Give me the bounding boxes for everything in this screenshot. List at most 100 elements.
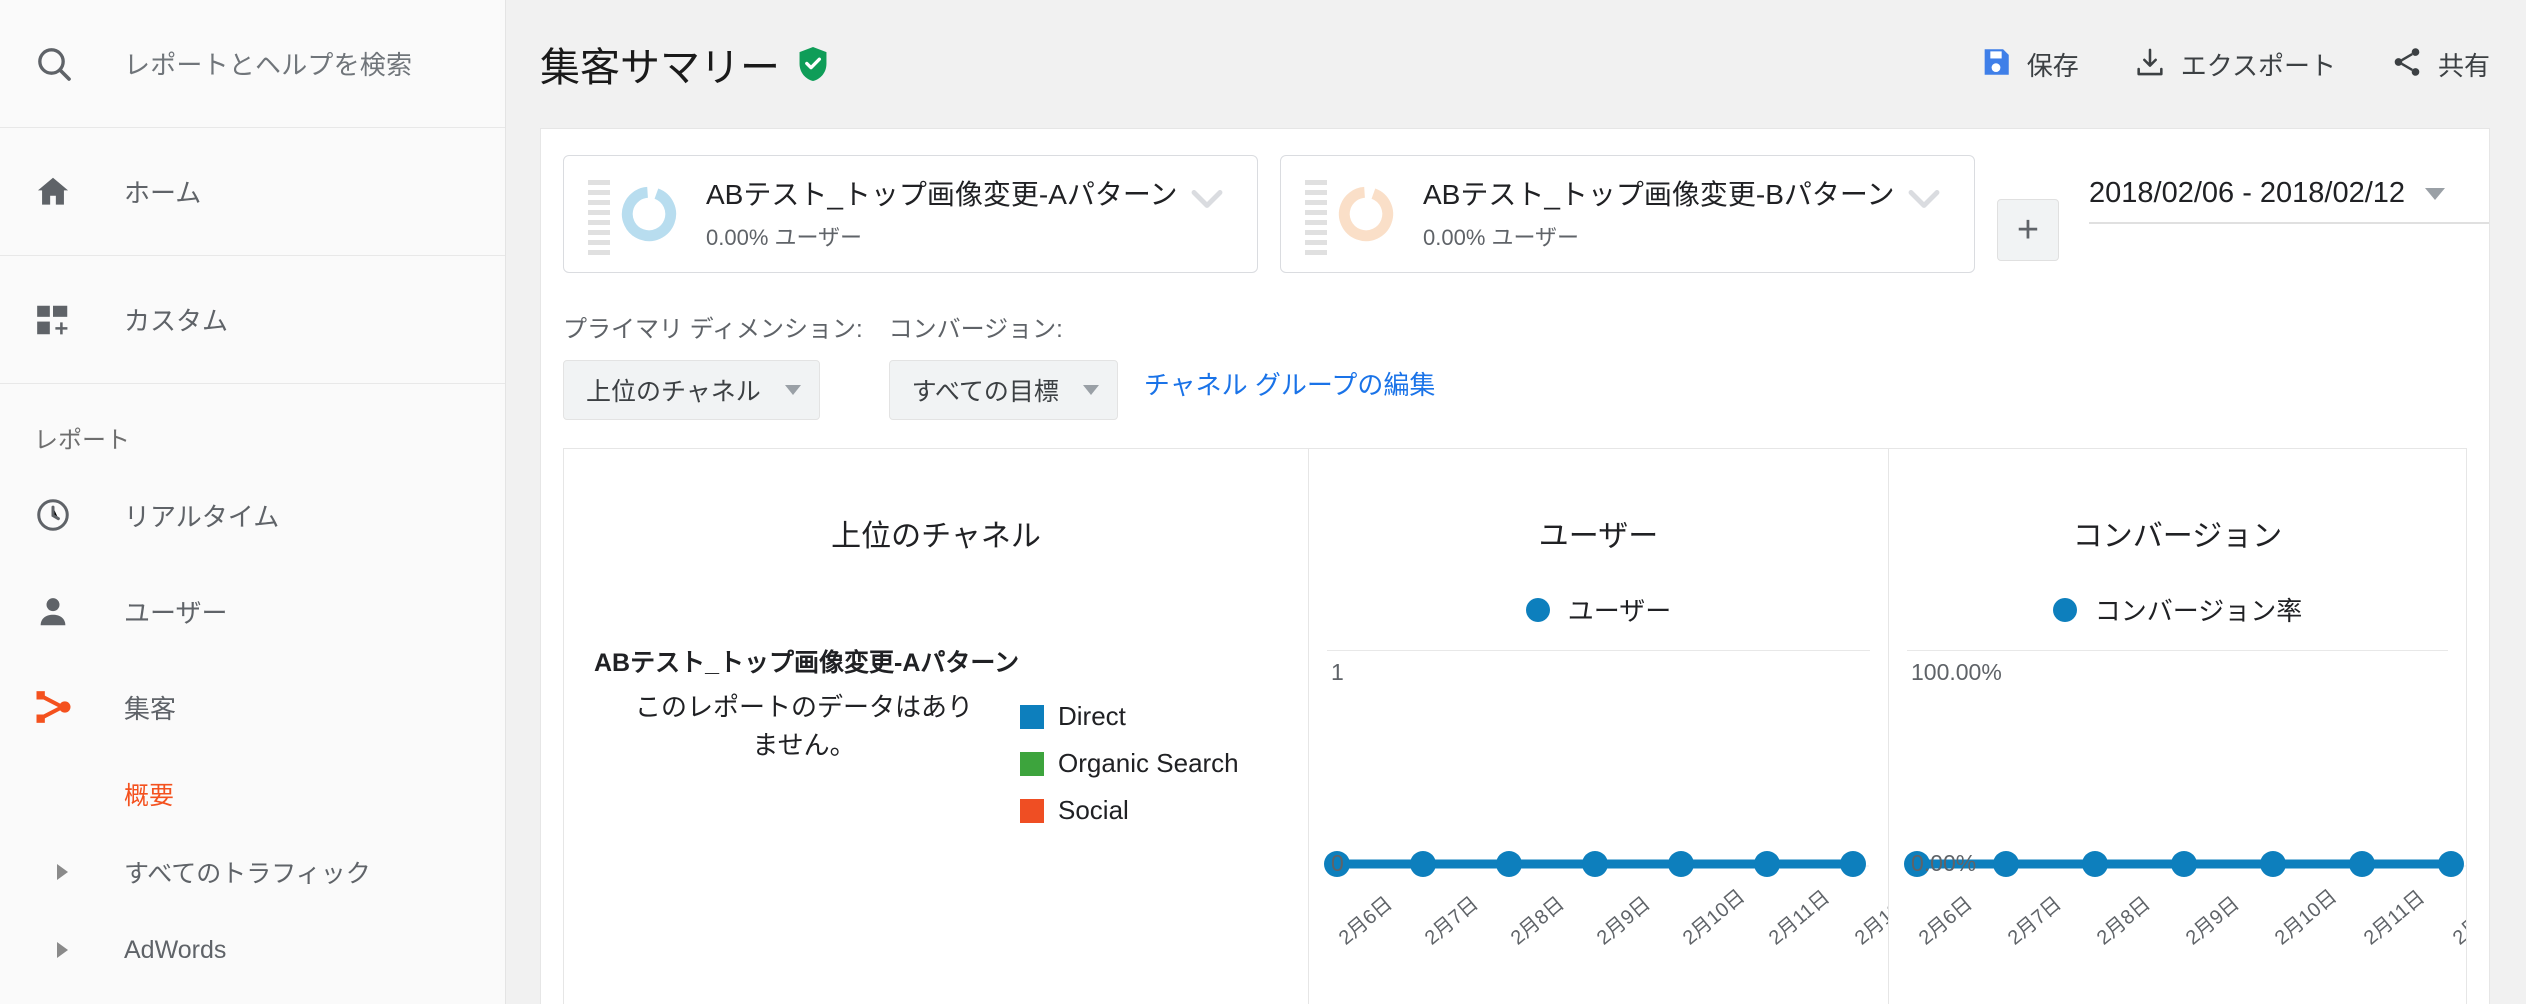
chevron-down-icon[interactable] xyxy=(1904,186,1944,217)
sidebar-subitem-adwords[interactable]: AdWords xyxy=(0,911,505,989)
main-area: 集客サマリー 保存 エクスポート 共有 ABテスト_トップ画像変更-Aパターン … xyxy=(506,0,2526,1004)
conversions-legend[interactable]: コンバージョン率 xyxy=(1889,591,2466,628)
page-title: 集客サマリー xyxy=(540,35,830,93)
chevron-down-icon xyxy=(2425,187,2446,200)
sidebar-subitem-label: 概要 xyxy=(124,782,175,810)
users-legend[interactable]: ユーザー xyxy=(1309,591,1888,628)
save-label: 保存 xyxy=(2026,50,2079,81)
legend-swatch-social xyxy=(1020,798,1044,823)
primary-dimension-select[interactable]: 上位のチャネル xyxy=(563,360,820,420)
date-range-picker[interactable]: 2018/02/06 - 2018/02/12 xyxy=(2089,177,2489,224)
save-button[interactable]: 保存 xyxy=(1979,45,2079,84)
search-bar[interactable]: レポートとヘルプを検索 xyxy=(0,0,505,128)
sidebar-subitem-search-console[interactable]: Search Console xyxy=(0,989,505,1004)
share-button[interactable]: 共有 xyxy=(2390,45,2490,84)
sidebar-item-realtime[interactable]: リアルタイム xyxy=(0,467,505,563)
sidebar-item-label: リアルタイム xyxy=(124,501,280,532)
legend-label: Direct xyxy=(1058,701,1126,731)
conversions-plot: 100.00% 0.00% 2月6日 2月7日 2月8日 2月9日 2月10日 … xyxy=(1889,650,2466,986)
conversion-block: コンバージョン: すべての目標 xyxy=(888,309,1118,420)
legend-label: コンバージョン率 xyxy=(2094,596,2303,626)
users-line-svg xyxy=(1324,851,1869,877)
legend-label: Organic Search xyxy=(1058,748,1239,778)
drag-handle-icon[interactable] xyxy=(588,180,610,255)
dimension-controls: プライマリ ディメンション: 上位のチャネル コンバージョン: すべての目標 チ… xyxy=(541,273,2489,420)
left-sidebar: レポートとヘルプを検索 ホーム カスタム レポート リアルタイム ユーザー 集客… xyxy=(0,0,506,1004)
segment-pill-a[interactable]: ABテスト_トップ画像変更-Aパターン 0.00% ユーザー xyxy=(563,155,1258,273)
custom-grid-icon xyxy=(34,301,90,339)
sidebar-subitem-label: AdWords xyxy=(124,935,227,964)
chevron-right-icon xyxy=(34,942,90,958)
panel-title: 上位のチャネル xyxy=(831,520,1041,553)
primary-dimension-block: プライマリ ディメンション: 上位のチャネル xyxy=(563,309,863,420)
sidebar-subitem-label: すべてのトラフィック xyxy=(124,860,371,888)
sidebar-item-label: カスタム xyxy=(124,306,229,336)
pie-legend: Direct Organic Search Social xyxy=(1014,643,1239,842)
date-zone: + 2018/02/06 - 2018/02/12 xyxy=(1997,155,2489,261)
legend-label: Social xyxy=(1058,795,1129,825)
segment-bar: ABテスト_トップ画像変更-Aパターン 0.00% ユーザー ABテスト_トップ… xyxy=(541,129,2489,273)
legend-label: ユーザー xyxy=(1567,596,1672,626)
share-label: 共有 xyxy=(2437,50,2490,81)
analytics-app: レポートとヘルプを検索 ホーム カスタム レポート リアルタイム ユーザー 集客… xyxy=(0,0,2526,1004)
conversion-caption: コンバージョン: xyxy=(888,316,1063,343)
segment-name: ABテスト_トップ画像変更-Aパターン xyxy=(706,178,1178,210)
page-title-text: 集客サマリー xyxy=(540,46,780,90)
sidebar-item-home[interactable]: ホーム xyxy=(0,128,505,256)
panel-title: コンバージョン xyxy=(2072,520,2283,553)
drag-handle-icon[interactable] xyxy=(1305,180,1327,255)
sidebar-item-label: ホーム xyxy=(124,178,202,208)
acquisition-icon xyxy=(34,687,90,727)
report-content: ABテスト_トップ画像変更-Aパターン 0.00% ユーザー ABテスト_トップ… xyxy=(540,128,2490,1004)
panel-title: ユーザー xyxy=(1538,520,1659,553)
sidebar-item-users[interactable]: ユーザー xyxy=(0,563,505,659)
export-button[interactable]: エクスポート xyxy=(2133,45,2336,84)
legend-swatch-organic-search xyxy=(1020,751,1044,776)
chevron-down-icon xyxy=(784,385,801,395)
no-data-segment-label: ABテスト_トップ画像変更-Aパターン xyxy=(594,649,1020,677)
primary-dimension-value: 上位のチャネル xyxy=(586,378,761,406)
sidebar-subitem-all-traffic[interactable]: すべてのトラフィック xyxy=(0,833,505,911)
export-download-icon xyxy=(2133,45,2167,84)
legend-item[interactable]: Organic Search xyxy=(1020,748,1239,779)
segment-donut-b xyxy=(1335,183,1397,245)
sidebar-item-custom[interactable]: カスタム xyxy=(0,256,505,384)
green-shield-check-icon xyxy=(796,45,830,83)
share-icon xyxy=(2390,45,2424,84)
clock-icon xyxy=(34,496,90,534)
edit-channel-group-link[interactable]: チャネル グループの編集 xyxy=(1144,365,1435,402)
sidebar-item-acquisition[interactable]: 集客 xyxy=(0,659,505,755)
segment-pill-b[interactable]: ABテスト_トップ画像変更-Bパターン 0.00% ユーザー xyxy=(1280,155,1975,273)
legend-swatch-direct xyxy=(1020,704,1044,729)
legend-item[interactable]: Social xyxy=(1020,795,1239,826)
chevron-right-icon xyxy=(34,864,90,880)
sidebar-subitem-overview[interactable]: 概要 xyxy=(0,755,505,833)
panel-conversions: コンバージョン コンバージョン率 100.00% 0.00% 2月6日 2月7日… xyxy=(1889,449,2466,1004)
sidebar-section-label: レポート xyxy=(34,427,130,454)
search-input[interactable]: レポートとヘルプを検索 xyxy=(90,45,412,82)
y-tick-min: 0 xyxy=(1331,850,1344,876)
date-range-label: 2018/02/06 - 2018/02/12 xyxy=(2089,177,2406,209)
legend-item[interactable]: Direct xyxy=(1020,701,1239,732)
legend-dot-conversion-rate xyxy=(2052,597,2077,622)
segment-sub: 0.00% ユーザー xyxy=(706,224,863,250)
segment-donut-a xyxy=(618,183,680,245)
chevron-down-icon[interactable] xyxy=(1187,186,1227,217)
panel-top-channels: 上位のチャネル ABテスト_トップ画像変更-Aパターン このレポートのデータはあ… xyxy=(564,449,1309,1004)
no-data-message: このレポートのデータはありません。 xyxy=(634,692,973,760)
conversion-select[interactable]: すべての目標 xyxy=(888,360,1118,420)
page-header: 集客サマリー 保存 エクスポート 共有 xyxy=(506,0,2526,128)
sidebar-item-label: 集客 xyxy=(124,693,177,724)
export-label: エクスポート xyxy=(2180,50,2336,81)
sidebar-item-label: ユーザー xyxy=(124,597,228,628)
no-data-block: ABテスト_トップ画像変更-Aパターン このレポートのデータはありません。 Di… xyxy=(564,643,1308,842)
search-icon xyxy=(34,44,90,84)
users-plot: 1 0 2月6日 2月7日 2月8日 2月9日 2月10日 2月11日 2月12… xyxy=(1309,650,1888,986)
home-icon xyxy=(34,173,90,211)
chevron-down-icon xyxy=(1082,385,1099,395)
segment-sub: 0.00% ユーザー xyxy=(1423,224,1580,250)
segment-name: ABテスト_トップ画像変更-Bパターン xyxy=(1423,178,1895,210)
legend-dot-users xyxy=(1525,597,1550,622)
add-segment-button[interactable]: + xyxy=(1997,199,2059,261)
chart-panels: 上位のチャネル ABテスト_トップ画像変更-Aパターン このレポートのデータはあ… xyxy=(563,448,2467,1004)
